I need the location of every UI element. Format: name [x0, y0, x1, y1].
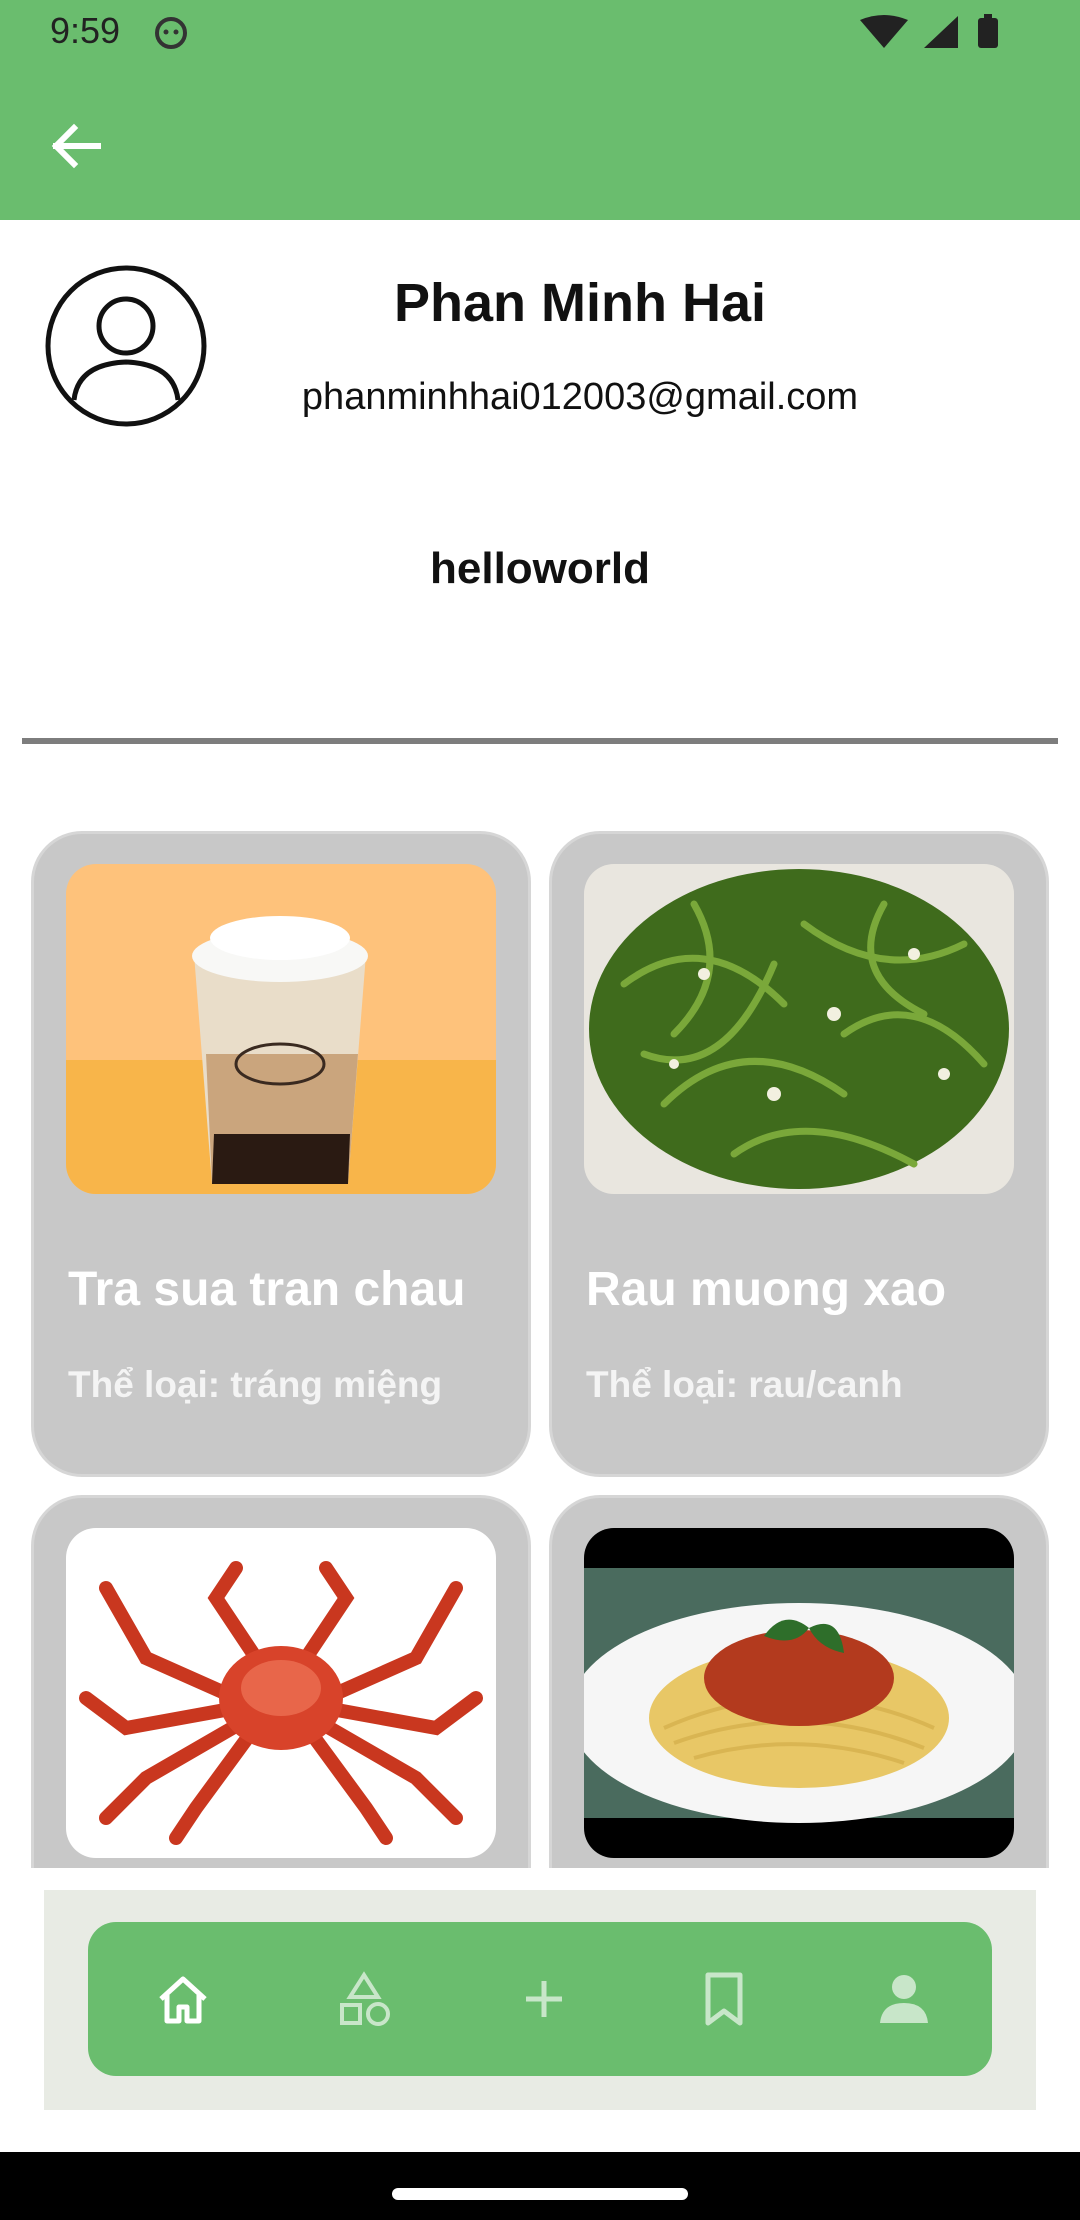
- add-icon: [526, 1981, 562, 2017]
- battery-icon: [978, 18, 998, 48]
- bubble-tea-image: [66, 864, 496, 1194]
- nav-bookmark[interactable]: [684, 1959, 764, 2039]
- app-bar: [0, 66, 1080, 220]
- recipe-title: Rau muong xao: [586, 1263, 947, 1316]
- bookmark-icon: [705, 1972, 743, 2026]
- recipe-card[interactable]: [34, 1498, 528, 1868]
- avatar-icon: [45, 265, 207, 427]
- profile-email: phanminhhai012003@gmail.com: [301, 376, 859, 418]
- nav-home[interactable]: [143, 1959, 223, 2039]
- recipe-category: Thể loại: rau/canh: [586, 1364, 903, 1405]
- nav-categories[interactable]: [324, 1959, 404, 2039]
- spaghetti-image: [584, 1528, 1014, 1858]
- arrow-left-icon: [51, 123, 101, 169]
- profile-icon: [880, 1975, 928, 2023]
- status-time: 9:59: [50, 10, 121, 51]
- gesture-navigation-area: [0, 2152, 1080, 2220]
- divider: [22, 738, 1058, 744]
- home-gesture-handle[interactable]: [392, 2188, 688, 2200]
- notification-icon: [155, 17, 187, 49]
- home-icon: [159, 1976, 207, 2024]
- profile-name: Phan Minh Hai: [393, 273, 766, 333]
- recipe-card[interactable]: [552, 1498, 1046, 1868]
- recipe-title: Tra sua tran chau: [68, 1263, 466, 1316]
- bottom-nav-container: [44, 1890, 1036, 2110]
- recipe-grid[interactable]: Tra sua tran chau Thể loại: tráng miệng: [0, 820, 1080, 1868]
- categories-icon: [340, 1971, 390, 2026]
- recipe-category: Thể loại: tráng miệng: [68, 1364, 443, 1405]
- nav-profile[interactable]: [864, 1959, 944, 2039]
- profile-bio: helloworld: [430, 544, 650, 593]
- bottom-nav: [88, 1922, 992, 2076]
- recipe-card[interactable]: Tra sua tran chau Thể loại: tráng miệng: [34, 834, 528, 1474]
- king-crab-image: [66, 1528, 496, 1858]
- back-button[interactable]: [40, 110, 112, 182]
- nav-add[interactable]: [504, 1959, 584, 2039]
- water-spinach-image: [584, 864, 1014, 1194]
- status-bar: 9:59: [0, 0, 1080, 66]
- signal-icon: [924, 16, 958, 48]
- system-status-icons: [860, 14, 998, 48]
- recipe-card[interactable]: Rau muong xao Thể loại: rau/canh: [552, 834, 1046, 1474]
- wifi-icon: [860, 15, 908, 48]
